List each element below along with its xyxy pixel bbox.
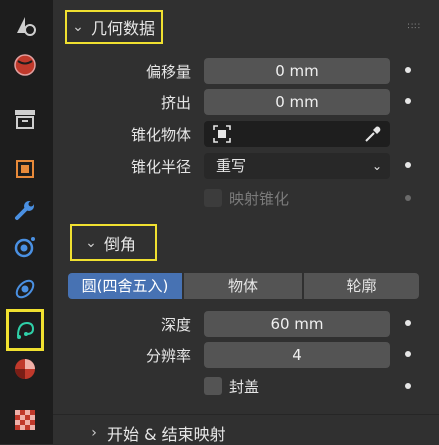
drag-handle-icon[interactable]: ∷∷ bbox=[408, 22, 421, 32]
bevel-panel-header[interactable]: ⌄ 倒角 bbox=[70, 224, 157, 261]
chevron-right-icon: › bbox=[91, 425, 97, 441]
chevron-down-icon: ⌄ bbox=[72, 19, 84, 35]
curve-data-icon[interactable] bbox=[6, 309, 44, 351]
keyframe-dot-icon[interactable] bbox=[405, 195, 411, 201]
bevel-title: 倒角 bbox=[104, 234, 137, 254]
resolution-field[interactable]: 4 bbox=[204, 342, 390, 368]
geometry-panel-header[interactable]: ⌄ 几何数据 bbox=[65, 10, 163, 44]
offset-field[interactable]: 0 mm bbox=[204, 58, 390, 84]
panel-divider bbox=[53, 414, 439, 415]
keyframe-dot-icon[interactable] bbox=[405, 162, 411, 168]
material-icon[interactable] bbox=[6, 352, 44, 386]
physics-icon[interactable] bbox=[6, 272, 44, 306]
offset-label: 偏移量 bbox=[145, 63, 191, 81]
keyframe-dot-icon[interactable] bbox=[405, 67, 411, 73]
bevel-mode-round-tab[interactable]: 圆(四舍五入) bbox=[68, 273, 182, 299]
depth-row: 深度 60 mm bbox=[53, 311, 439, 337]
extrude-field[interactable]: 0 mm bbox=[204, 89, 390, 115]
eyedropper-icon[interactable] bbox=[364, 125, 382, 147]
output-icon[interactable] bbox=[6, 102, 44, 136]
depth-label: 深度 bbox=[160, 316, 191, 334]
modifier-wrench-icon[interactable] bbox=[6, 193, 44, 227]
keyframe-dot-icon[interactable] bbox=[405, 383, 411, 389]
particles-icon[interactable] bbox=[6, 230, 44, 264]
texture-icon[interactable] bbox=[6, 403, 44, 437]
keyframe-dot-icon[interactable] bbox=[405, 320, 411, 326]
taper-radius-label: 锥化半径 bbox=[130, 158, 191, 176]
keyframe-dot-icon[interactable] bbox=[405, 98, 411, 104]
fill-caps-label: 封盖 bbox=[229, 378, 260, 396]
object-field-icon bbox=[213, 125, 231, 147]
object-icon[interactable] bbox=[6, 152, 44, 186]
taper-object-row: 锥化物体 bbox=[53, 121, 439, 147]
extrude-row: 挤出 0 mm bbox=[53, 89, 439, 115]
map-taper-row: 映射锥化 bbox=[53, 186, 439, 212]
geometry-title: 几何数据 bbox=[91, 19, 156, 38]
properties-tab-bar bbox=[0, 0, 53, 444]
taper-object-field[interactable] bbox=[204, 121, 390, 147]
taper-radius-value: 重写 bbox=[216, 157, 247, 175]
fill-caps-row: 封盖 bbox=[53, 374, 439, 400]
taper-object-label: 锥化物体 bbox=[130, 126, 191, 144]
start-end-mapping-header[interactable]: › 开始 & 结束映射 bbox=[87, 421, 226, 445]
bevel-mode-profile-tab[interactable]: 轮廓 bbox=[304, 273, 419, 299]
render-globe-icon[interactable] bbox=[6, 48, 44, 82]
resolution-label: 分辨率 bbox=[145, 347, 191, 365]
map-taper-label: 映射锥化 bbox=[229, 190, 290, 208]
resolution-row: 分辨率 4 bbox=[53, 342, 439, 368]
start-end-mapping-title: 开始 & 结束映射 bbox=[107, 425, 226, 444]
bevel-mode-object-tab[interactable]: 物体 bbox=[184, 273, 302, 299]
extrude-label: 挤出 bbox=[160, 94, 191, 112]
fill-caps-checkbox[interactable] bbox=[204, 377, 222, 395]
offset-row: 偏移量 0 mm bbox=[53, 58, 439, 84]
map-taper-checkbox[interactable] bbox=[204, 189, 222, 207]
taper-radius-dropdown[interactable]: 重写 ⌄ bbox=[204, 153, 390, 179]
chevron-down-icon: ⌄ bbox=[85, 234, 97, 251]
taper-radius-row: 锥化半径 重写 ⌄ bbox=[53, 153, 439, 179]
depth-field[interactable]: 60 mm bbox=[204, 311, 390, 337]
properties-panel: ⌄ 几何数据 ∷∷ 偏移量 0 mm 挤出 0 mm 锥化物体 锥化半径 重写 … bbox=[53, 0, 439, 444]
keyframe-dot-icon[interactable] bbox=[405, 351, 411, 357]
chevron-down-icon: ⌄ bbox=[371, 159, 382, 173]
tool-icon[interactable] bbox=[6, 8, 44, 42]
